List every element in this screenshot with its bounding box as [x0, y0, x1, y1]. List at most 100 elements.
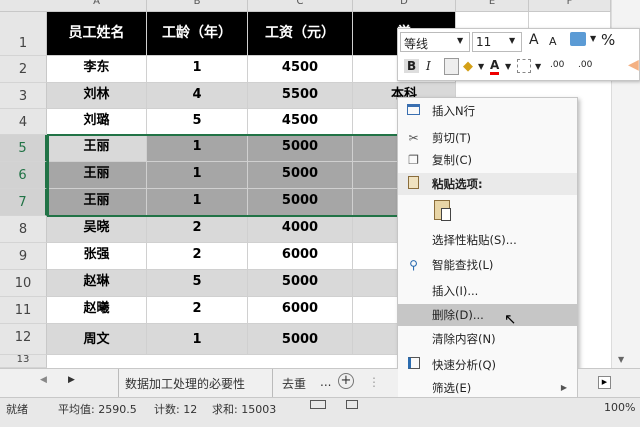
table-cell[interactable]: 4 — [147, 83, 248, 109]
row-header-7[interactable]: 7 — [0, 189, 47, 216]
table-cell[interactable]: 2 — [147, 297, 248, 324]
chevron-down-icon[interactable]: ▼ — [478, 62, 484, 71]
table-cell[interactable]: 王丽 — [47, 189, 147, 216]
row-header-4[interactable]: 4 — [0, 109, 47, 135]
bold-button[interactable]: B — [404, 59, 420, 73]
sheet-tab-dedup[interactable]: 去重 — [282, 375, 306, 392]
increase-decimal-button[interactable]: .00 — [550, 60, 564, 70]
row-header-8[interactable]: 8 — [0, 216, 47, 243]
add-sheet-button[interactable]: + — [338, 373, 354, 389]
font-name-box[interactable]: 等线 ▼ — [400, 32, 470, 52]
table-cell[interactable]: 李东 — [47, 56, 147, 83]
table-cell[interactable]: 刘璐 — [47, 109, 147, 135]
sheet-tab-active[interactable]: 数据加工处理的必要性 — [125, 375, 245, 392]
column-header-e[interactable]: E — [456, 0, 529, 12]
menu-item-insert-rows[interactable]: 插入N行 — [398, 100, 577, 122]
chevron-down-icon[interactable]: ▼ — [457, 36, 463, 45]
table-cell[interactable]: 1 — [147, 324, 248, 355]
menu-item-paste-special[interactable]: 选择性粘贴(S)... — [398, 229, 577, 251]
menu-item-copy[interactable]: ❐ 复制(C) — [398, 149, 577, 171]
table-cell[interactable]: 刘林 — [47, 83, 147, 109]
row-header-11[interactable]: 11 — [0, 297, 47, 324]
table-cell[interactable]: 赵曦 — [47, 297, 147, 324]
row-header-1[interactable]: 1 — [0, 12, 47, 56]
table-cell[interactable]: 王丽 — [47, 135, 147, 162]
table-cell[interactable]: 赵琳 — [47, 270, 147, 297]
zoom-level[interactable]: 100% — [604, 401, 635, 414]
table-cell[interactable]: 张强 — [47, 243, 147, 270]
column-header-d[interactable]: D — [353, 0, 456, 12]
chevron-down-icon[interactable]: ▼ — [505, 62, 511, 71]
table-cell[interactable]: 6000 — [248, 243, 353, 270]
decrease-decimal-button[interactable]: .00 — [578, 60, 592, 70]
table-cell[interactable]: 吴晓 — [47, 216, 147, 243]
table-cell[interactable]: 5000 — [248, 270, 353, 297]
menu-item-delete[interactable]: 删除(D)... ↖ — [398, 304, 577, 328]
row-header-10[interactable]: 10 — [0, 270, 47, 297]
number-format-icon[interactable] — [570, 32, 586, 46]
column-header-c[interactable]: C — [248, 0, 353, 12]
header-cell-tenure[interactable]: 工龄（年） — [147, 12, 248, 56]
table-cell[interactable]: 1 — [147, 162, 248, 189]
row-header-9[interactable]: 9 — [0, 243, 47, 270]
row-header-13[interactable]: 13 — [0, 355, 47, 368]
row-header-2[interactable]: 2 — [0, 56, 47, 83]
menu-item-clear-contents[interactable]: 清除内容(N) — [398, 328, 577, 350]
table-cell[interactable]: 王丽 — [47, 162, 147, 189]
row-header-12[interactable]: 12 — [0, 324, 47, 355]
table-cell[interactable]: 2 — [147, 216, 248, 243]
chevron-down-icon[interactable]: ▼ — [535, 62, 541, 71]
paste-button[interactable] — [432, 200, 454, 224]
tab-split-handle[interactable]: ⋮ — [368, 375, 380, 389]
column-header-b[interactable]: B — [147, 0, 248, 12]
font-size-box[interactable]: 11 ▼ — [472, 32, 522, 52]
table-cell[interactable]: 5000 — [248, 162, 353, 189]
menu-item-cut[interactable]: ✂ 剪切(T) — [398, 127, 577, 149]
table-cell[interactable]: 5000 — [248, 324, 353, 355]
page-layout-icon[interactable] — [346, 400, 358, 409]
format-painter-icon[interactable]: ◀ — [628, 57, 639, 73]
header-cell-salary[interactable]: 工资（元） — [248, 12, 353, 56]
table-cell[interactable]: 6000 — [248, 297, 353, 324]
row-header-5[interactable]: 5 — [0, 135, 47, 162]
menu-item-quick-analysis[interactable]: 快速分析(Q) — [398, 354, 577, 376]
border-icon[interactable] — [517, 59, 531, 73]
scroll-right-icon[interactable]: ▶ — [598, 376, 611, 389]
table-cell[interactable]: 1 — [147, 135, 248, 162]
horizontal-scrollbar[interactable]: ▶ — [578, 368, 640, 397]
column-header-f[interactable]: F — [529, 0, 611, 12]
menu-item-insert[interactable]: 插入(I)... — [398, 280, 577, 302]
center-align-icon[interactable] — [444, 58, 459, 75]
sheet-tab-more[interactable]: ... — [320, 375, 331, 389]
table-cell[interactable]: 5 — [147, 109, 248, 135]
table-cell[interactable]: 1 — [147, 56, 248, 83]
normal-view-icon[interactable] — [310, 400, 326, 409]
row-header-6[interactable]: 6 — [0, 162, 47, 189]
header-cell-name[interactable]: 员工姓名 — [47, 12, 147, 56]
scroll-tabs-left-icon[interactable]: ◀ — [40, 375, 47, 385]
grow-font-button[interactable]: A — [529, 32, 539, 48]
table-cell[interactable]: 5000 — [248, 189, 353, 216]
table-cell[interactable]: 1 — [147, 189, 248, 216]
table-cell[interactable]: 5 — [147, 270, 248, 297]
italic-button[interactable]: I — [426, 59, 431, 73]
scroll-down-icon[interactable]: ▼ — [618, 355, 624, 364]
table-cell[interactable]: 5000 — [248, 135, 353, 162]
column-header-a[interactable]: A — [47, 0, 147, 12]
table-cell[interactable]: 2 — [147, 243, 248, 270]
menu-item-filter[interactable]: 筛选(E) ▶ — [398, 377, 577, 399]
font-color-button[interactable]: A — [490, 58, 500, 75]
chevron-down-icon[interactable]: ▼ — [509, 36, 515, 45]
chevron-down-icon[interactable]: ▼ — [590, 34, 596, 43]
table-cell[interactable]: 4500 — [248, 56, 353, 83]
table-cell[interactable]: 4500 — [248, 109, 353, 135]
table-cell[interactable]: 5500 — [248, 83, 353, 109]
fill-color-icon[interactable]: ◆ — [463, 59, 473, 74]
table-cell[interactable]: 4000 — [248, 216, 353, 243]
row-header-3[interactable]: 3 — [0, 83, 47, 109]
menu-item-smart-lookup[interactable]: ⚲ 智能查找(L) — [398, 254, 577, 276]
shrink-font-button[interactable]: A — [549, 35, 557, 48]
table-cell[interactable]: 周文 — [47, 324, 147, 355]
scroll-tabs-right-icon[interactable]: ▶ — [68, 375, 75, 385]
percent-button[interactable]: % — [601, 31, 615, 49]
